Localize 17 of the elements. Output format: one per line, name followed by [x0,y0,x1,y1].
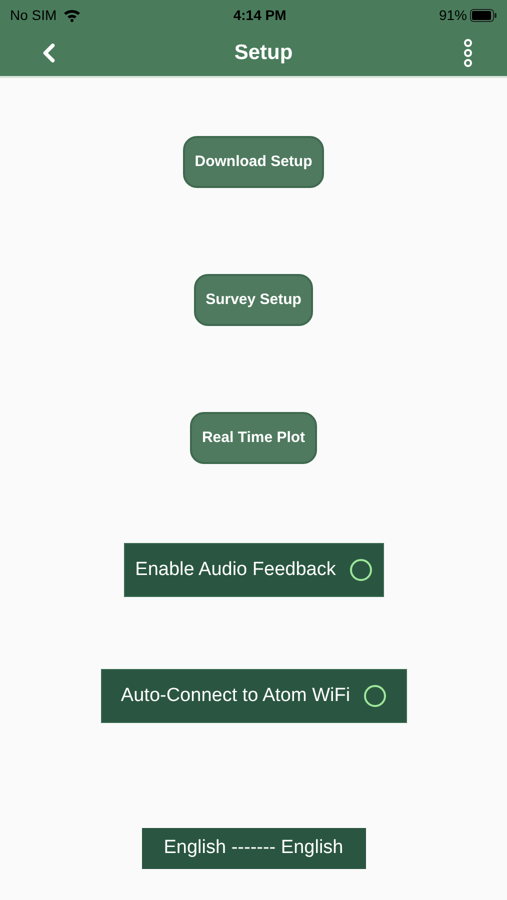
setup-button[interactable]: Survey Setup [194,274,314,326]
clock-text: 4:14 PM [233,6,286,24]
language-selector[interactable]: English ------- English [142,828,366,869]
battery-text: 91% [438,6,467,24]
setup-button[interactable]: Real Time Plot [190,412,318,464]
setup-button[interactable]: Download Setup [182,136,324,188]
wifi-icon [62,8,81,22]
battery-icon [470,8,497,22]
radio-button[interactable] [350,559,372,581]
page-title: Setup [234,40,293,66]
radio-button[interactable] [364,685,386,707]
toggle-row[interactable]: Enable Audio Feedback [124,543,384,597]
toggle-row[interactable]: Auto-Connect to Atom WiFi [100,669,406,723]
toggle-label: Auto-Connect to Atom WiFi [120,684,350,708]
carrier-text: No SIM [10,6,57,24]
toggle-label: Enable Audio Feedback [135,558,336,582]
more-menu-icon[interactable] [463,39,473,67]
